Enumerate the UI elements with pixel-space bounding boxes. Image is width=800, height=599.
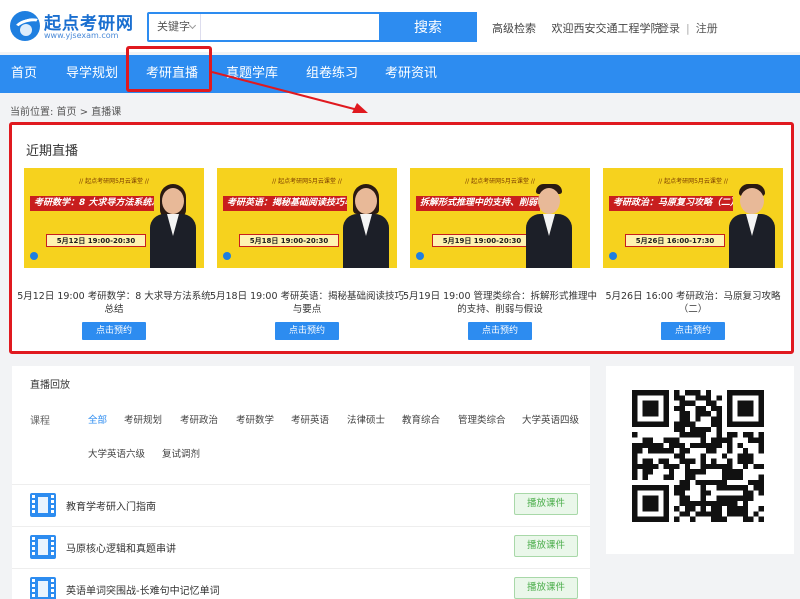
search-type-label: 关键字	[157, 20, 190, 33]
live-panel: 近期直播 // 起点考研网5月云课堂 // 考研数学：8 大求导方法系统总结 5…	[9, 122, 794, 354]
play-button[interactable]: 播放课件	[514, 535, 578, 557]
play-button[interactable]: 播放课件	[514, 577, 578, 599]
advanced-search-link[interactable]: 高级检索	[492, 22, 536, 35]
search-bar: 关键字 搜索	[147, 12, 477, 42]
nav-highlight-box	[126, 46, 212, 92]
live-poster[interactable]: // 起点考研网5月云课堂 // 拆解形式推理中的支持、削弱与假设 5月19日 …	[410, 168, 590, 268]
filter-law[interactable]: 法律硕士	[347, 412, 385, 426]
filter-cet6[interactable]: 大学英语六级	[88, 446, 145, 460]
filter-english[interactable]: 考研英语	[291, 412, 329, 426]
course-filter-label: 课程	[30, 416, 50, 427]
poster-title: 考研数学：8 大求导方法系统总结	[30, 196, 154, 211]
qr-panel	[606, 366, 794, 554]
main-nav: 首页 导学规划 考研直播 真题学库 组卷练习 考研资讯	[0, 55, 800, 93]
qr-code	[632, 390, 764, 522]
logo-url: www.yjsexam.com	[44, 31, 119, 40]
teacher-photo	[148, 182, 198, 268]
chevron-down-icon	[188, 21, 197, 30]
auth-links: 登录 | 注册	[658, 20, 718, 36]
card-description: 5月19日 19:00 管理类综合：拆解形式推理中的支持、削弱与假设	[402, 291, 598, 315]
nav-item-exam-bank[interactable]: 真题学库	[226, 55, 278, 93]
logo-icon	[10, 11, 40, 41]
reserve-button[interactable]: 点击预约	[661, 322, 725, 340]
poster-logo-icon	[30, 252, 38, 260]
replay-row: 英语单词突围战-长难句中记忆单词 播放课件	[12, 568, 590, 599]
live-section-title: 近期直播	[26, 144, 79, 159]
nav-item-practice[interactable]: 组卷练习	[306, 55, 358, 93]
search-button[interactable]: 搜索	[379, 12, 477, 42]
poster-title: 拆解形式推理中的支持、削弱与假设	[416, 196, 540, 211]
teacher-photo	[524, 182, 574, 268]
replay-section: 直播回放 课程 全部 考研规划 考研政治 考研数学 考研英语 法律硕士 教育综合…	[12, 366, 590, 599]
poster-title: 考研英语：揭秘基础阅读技巧与要点	[223, 196, 347, 211]
filter-all[interactable]: 全部	[88, 412, 107, 426]
card-description: 5月18日 19:00 考研英语：揭秘基础阅读技巧与要点	[209, 291, 405, 315]
reserve-button[interactable]: 点击预约	[468, 322, 532, 340]
filter-cet4[interactable]: 大学英语四级	[522, 412, 579, 426]
poster-date: 5月18日 19:00-20:30	[239, 234, 339, 247]
filter-retest[interactable]: 复试调剂	[162, 446, 200, 460]
filter-politics[interactable]: 考研政治	[180, 412, 218, 426]
nav-item-news[interactable]: 考研资讯	[385, 55, 437, 93]
video-icon	[30, 493, 56, 517]
replay-item-title[interactable]: 马原核心逻辑和真题串讲	[66, 540, 176, 555]
live-poster[interactable]: // 起点考研网5月云课堂 // 考研政治：马原复习攻略（二） 5月26日 16…	[603, 168, 783, 268]
filter-education[interactable]: 教育综合	[402, 412, 440, 426]
filter-planning[interactable]: 考研规划	[124, 412, 162, 426]
register-link[interactable]: 注册	[696, 22, 718, 35]
auth-divider: |	[686, 22, 690, 35]
poster-logo-icon	[609, 252, 617, 260]
poster-logo-icon	[416, 252, 424, 260]
top-header: 起点考研网 www.yjsexam.com 关键字 搜索 高级检索 欢迎西安交通…	[0, 0, 800, 52]
replay-item-title[interactable]: 英语单词突围战-长难句中记忆单词	[66, 582, 220, 597]
reserve-button[interactable]: 点击预约	[82, 322, 146, 340]
replay-row: 教育学考研入门指南 播放课件	[12, 484, 590, 524]
site-logo[interactable]: 起点考研网 www.yjsexam.com	[10, 8, 133, 44]
reserve-button[interactable]: 点击预约	[275, 322, 339, 340]
breadcrumb: 当前位置: 首页 > 直播课	[10, 107, 122, 118]
nav-item-home[interactable]: 首页	[11, 55, 37, 93]
play-button[interactable]: 播放课件	[514, 493, 578, 515]
search-input[interactable]	[201, 14, 379, 40]
filter-management[interactable]: 管理类综合	[458, 412, 506, 426]
replay-title: 直播回放	[30, 380, 70, 391]
poster-title: 考研政治：马原复习攻略（二）	[609, 196, 733, 211]
nav-item-guide[interactable]: 导学规划	[66, 55, 118, 93]
replay-item-title[interactable]: 教育学考研入门指南	[66, 498, 156, 513]
card-description: 5月12日 19:00 考研数学：8 大求导方法系统总结	[17, 291, 211, 315]
teacher-photo	[727, 182, 777, 268]
card-description: 5月26日 16:00 考研政治：马原复习攻略（二）	[605, 291, 781, 315]
top-links: 高级检索 欢迎西安交通工程学院	[492, 20, 674, 36]
welcome-text: 欢迎西安交通工程学院	[551, 22, 662, 35]
video-icon	[30, 577, 56, 599]
search-type-select[interactable]: 关键字	[149, 14, 201, 40]
poster-date: 5月26日 16:00-17:30	[625, 234, 725, 247]
live-poster[interactable]: // 起点考研网5月云课堂 // 考研英语：揭秘基础阅读技巧与要点 5月18日 …	[217, 168, 397, 268]
poster-logo-icon	[223, 252, 231, 260]
video-icon	[30, 535, 56, 559]
poster-date: 5月12日 19:00-20:30	[46, 234, 146, 247]
replay-row: 马原核心逻辑和真题串讲 播放课件	[12, 526, 590, 566]
poster-date: 5月19日 19:00-20:30	[432, 234, 532, 247]
live-poster[interactable]: // 起点考研网5月云课堂 // 考研数学：8 大求导方法系统总结 5月12日 …	[24, 168, 204, 268]
teacher-photo	[341, 182, 391, 268]
filter-math[interactable]: 考研数学	[236, 412, 274, 426]
login-link[interactable]: 登录	[658, 22, 680, 35]
